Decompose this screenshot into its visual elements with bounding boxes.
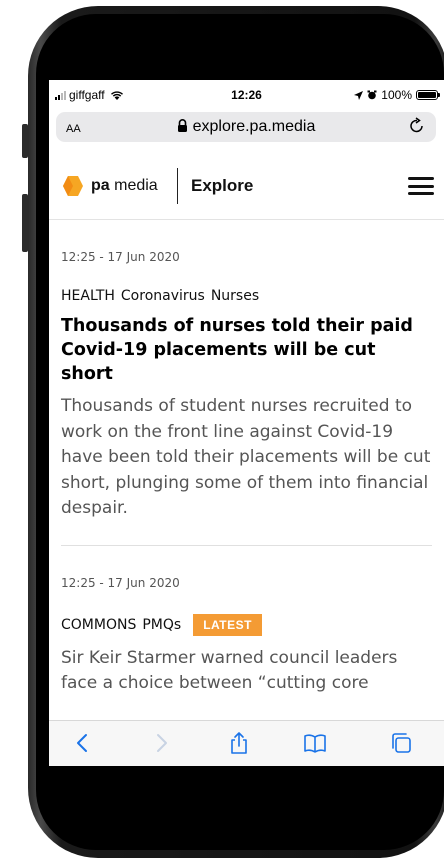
logo-text-light: media [114, 177, 158, 194]
share-icon[interactable] [227, 731, 251, 755]
side-button [22, 194, 28, 252]
back-icon[interactable] [71, 731, 95, 755]
logo-divider [177, 168, 178, 204]
side-button [22, 124, 28, 158]
logo-hexagon-icon [63, 176, 83, 196]
article-tag[interactable]: HEALTH [61, 288, 115, 304]
article-tag[interactable]: PMQs [142, 617, 181, 633]
status-bar: giffgaff 12:26 100% [49, 80, 444, 108]
reload-icon[interactable] [408, 117, 426, 135]
article-summary: Thousands of student nurses recruited to… [61, 396, 431, 518]
article-tag[interactable]: Coronavirus [121, 288, 205, 304]
bookmarks-icon[interactable] [303, 731, 327, 755]
section-title[interactable]: Explore [191, 176, 253, 196]
url-text: explore.pa.media [192, 118, 316, 135]
battery-percent: 100% [381, 88, 412, 102]
url-display[interactable]: explore.pa.media [56, 118, 436, 136]
article-timestamp: 12:25 - 17 Jun 2020 [61, 575, 180, 590]
battery-icon [416, 90, 440, 100]
logo-text: pa media [91, 177, 158, 195]
lock-icon [177, 119, 187, 132]
tabs-icon[interactable] [389, 731, 413, 755]
address-bar[interactable]: AA explore.pa.media [56, 112, 436, 142]
hamburger-menu-icon[interactable] [408, 177, 434, 195]
logo-text-bold: pa [91, 177, 110, 194]
article-summary: Sir Keir Starmer warned council leaders … [61, 647, 398, 694]
site-header: pa media Explore [49, 150, 444, 220]
browser-toolbar [49, 720, 444, 766]
article-item[interactable]: 12:25 - 17 Jun 2020 COMMONS PMQs LATEST … [61, 546, 432, 697]
article-feed: 12:25 - 17 Jun 2020 HEALTH Coronavirus N… [61, 220, 432, 697]
article-item[interactable]: 12:25 - 17 Jun 2020 HEALTH Coronavirus N… [61, 220, 432, 546]
article-headline[interactable]: Thousands of nurses told their paid Covi… [61, 314, 432, 386]
status-right: 100% [354, 88, 440, 102]
article-tags: COMMONS PMQs LATEST [61, 613, 432, 636]
article-tag[interactable]: COMMONS [61, 617, 136, 633]
latest-badge: LATEST [193, 613, 262, 636]
article-timestamp: 12:25 - 17 Jun 2020 [61, 250, 180, 264]
screen: giffgaff 12:26 100% AA explore.pa.media … [49, 80, 444, 766]
location-icon [354, 90, 364, 100]
pa-media-logo[interactable]: pa media [61, 174, 158, 198]
alarm-icon [367, 90, 377, 100]
forward-icon[interactable] [149, 731, 173, 755]
article-tag[interactable]: Nurses [211, 288, 259, 304]
article-tags: HEALTH Coronavirus Nurses [61, 288, 432, 304]
